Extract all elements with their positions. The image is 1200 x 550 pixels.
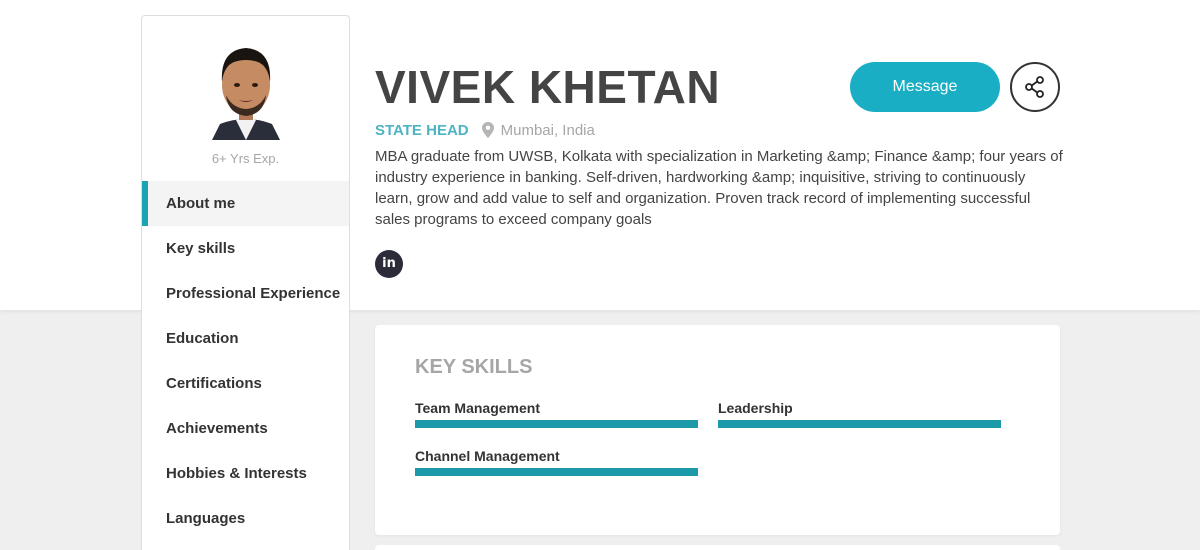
skill-bar-fill: [718, 420, 1001, 428]
skill-item: Leadership: [718, 399, 1001, 428]
skill-label: Team Management: [415, 400, 540, 416]
profile-location: Mumbai, India: [500, 121, 595, 139]
next-section-card: [375, 545, 1060, 550]
sidebar-item-languages[interactable]: Languages: [142, 496, 349, 541]
profile-sidebar: 6+ Yrs Exp. About me Key skills Professi…: [141, 15, 350, 550]
sidebar-item-about-me[interactable]: About me: [142, 181, 349, 226]
sidebar-item-hobbies-interests[interactable]: Hobbies & Interests: [142, 451, 349, 496]
role-location-line: STATE HEAD Mumbai, India: [375, 120, 595, 140]
profile-bio: MBA graduate from UWSB, Kolkata with spe…: [375, 148, 1063, 228]
sidebar-item-achievements[interactable]: Achievements: [142, 406, 349, 451]
skill-bar: [415, 468, 698, 476]
linkedin-icon[interactable]: in: [375, 250, 403, 278]
sidebar-item-certifications[interactable]: Certifications: [142, 361, 349, 406]
message-button[interactable]: Message: [850, 62, 1000, 112]
skill-label: Channel Management: [415, 448, 560, 464]
skill-bar-fill: [415, 420, 698, 428]
skill-item: Team Management: [415, 399, 698, 428]
skill-bar-fill: [415, 468, 698, 476]
skill-bar: [415, 420, 698, 428]
sidebar-item-education[interactable]: Education: [142, 316, 349, 361]
sidebar-item-key-skills[interactable]: Key skills: [142, 226, 349, 271]
profile-avatar: [212, 48, 280, 140]
skill-label: Leadership: [718, 400, 793, 416]
profile-role: STATE HEAD: [375, 121, 469, 139]
experience-label: 6+ Yrs Exp.: [211, 151, 280, 166]
sidebar-item-professional-experience[interactable]: Professional Experience: [142, 271, 349, 316]
share-button[interactable]: [1010, 62, 1060, 112]
skill-bar: [718, 420, 1001, 428]
profile-name: VIVEK KHETAN: [375, 61, 721, 113]
location-pin-icon: [481, 122, 494, 138]
skill-item: Channel Management: [415, 447, 698, 476]
key-skills-card: KEY SKILLS Team Management Leadership Ch…: [375, 325, 1060, 535]
sidebar-nav: About me Key skills Professional Experie…: [142, 181, 349, 541]
share-icon: [1025, 76, 1044, 98]
key-skills-title: KEY SKILLS: [415, 356, 533, 378]
